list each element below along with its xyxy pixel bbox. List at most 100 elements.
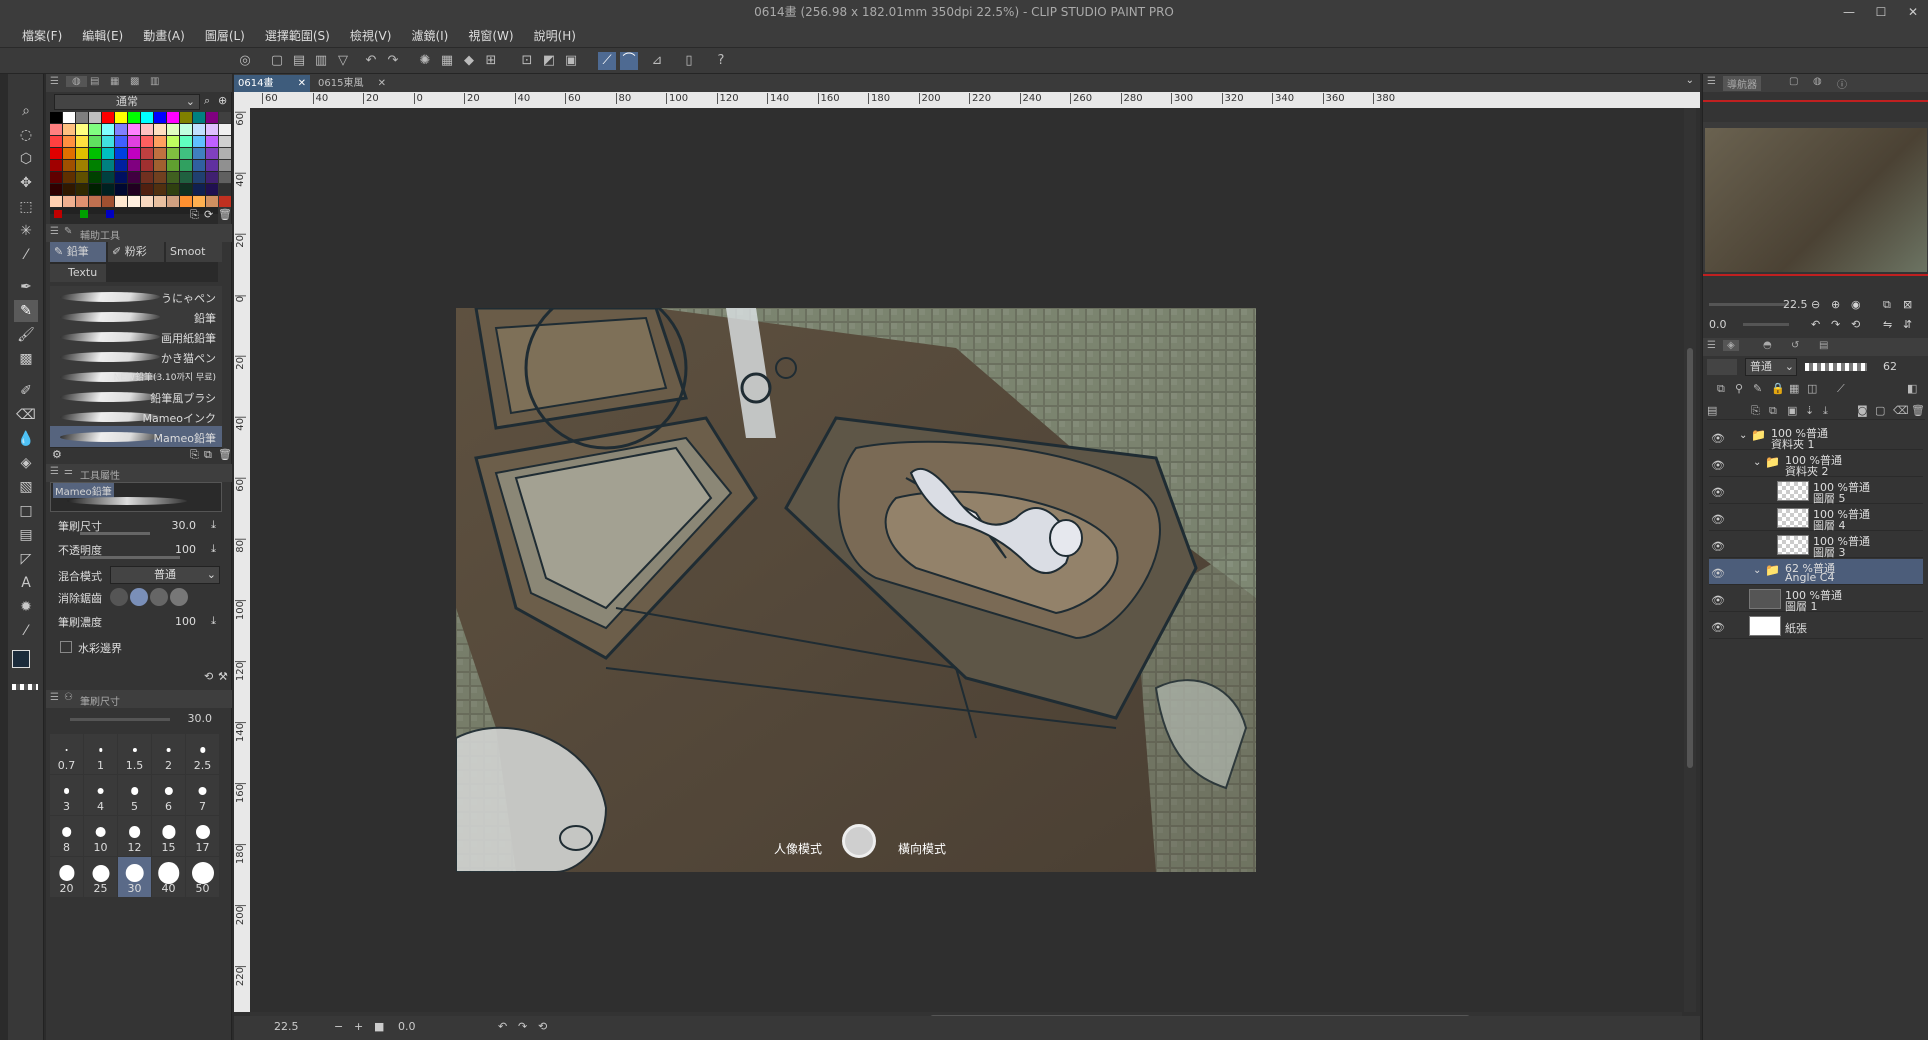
color-swatch[interactable] (89, 112, 101, 123)
blend-mode-select[interactable]: 普通 ⌄ (110, 566, 220, 584)
flip-vertical-icon[interactable]: ⇵ (1903, 318, 1912, 331)
sub-view-tab-icon[interactable]: ▢ (1789, 76, 1798, 87)
redo-icon[interactable]: ↷ (384, 52, 402, 70)
fit-icon[interactable]: ◉ (1851, 298, 1861, 311)
color-swatch[interactable] (193, 124, 205, 135)
shutter-button[interactable] (842, 824, 876, 858)
menu-edit[interactable]: 編輯(E) (82, 27, 123, 44)
replace-swatch-icon[interactable]: ⟳ (204, 208, 213, 221)
color-swatch[interactable] (115, 196, 127, 207)
color-swatch[interactable] (63, 184, 75, 195)
brush-size-preset[interactable]: 1 (84, 734, 117, 774)
color-swatch[interactable] (219, 196, 231, 207)
color-swatch[interactable] (154, 124, 166, 135)
navigator-preview[interactable] (1703, 122, 1928, 272)
brush-size-preset[interactable]: 2.5 (186, 734, 219, 774)
color-swatch[interactable] (193, 112, 205, 123)
blend-mode-row[interactable]: 混合模式 普通 ⌄ (50, 566, 222, 586)
color-swatch[interactable] (219, 184, 231, 195)
minimize-icon[interactable]: — (1840, 0, 1858, 24)
color-swatch[interactable] (102, 112, 114, 123)
blend-tool-icon[interactable]: 💧 (14, 428, 38, 450)
brush-size-preset[interactable]: 30 (118, 857, 151, 897)
duplicate-subtool-icon[interactable]: ⧉ (204, 448, 212, 462)
brush-size-preset[interactable]: 1.5 (118, 734, 151, 774)
color-swatch[interactable] (219, 172, 231, 183)
color-swatch[interactable] (180, 124, 192, 135)
tab-pencil[interactable]: ✎ 鉛筆 (50, 242, 106, 262)
dynamics-icon[interactable]: ⤓ (211, 518, 216, 532)
eye-icon[interactable]: 👁 (1711, 567, 1725, 581)
menu-window[interactable]: 視窗(W) (468, 27, 513, 44)
export-icon[interactable]: ▽ (334, 52, 352, 70)
brush-size-preset[interactable]: 2 (152, 734, 185, 774)
correct-line-icon[interactable]: ⁄ (14, 620, 38, 642)
opacity-row[interactable]: 不透明度 100 ⤓ (50, 540, 222, 560)
color-swatch[interactable] (206, 196, 218, 207)
menu-icon[interactable]: ☰ (50, 226, 59, 237)
open-file-icon[interactable]: ▤ (290, 52, 308, 70)
intermediate-color-tab-icon[interactable]: ▩ (130, 76, 139, 87)
color-swatch[interactable] (154, 172, 166, 183)
color-swatch[interactable] (219, 112, 231, 123)
brush-size-panel-value[interactable]: 30.0 (188, 712, 213, 725)
subtool-item[interactable]: かき猫ペン (50, 346, 222, 368)
pencil-tool-icon[interactable]: ✎ (14, 300, 38, 322)
eye-icon[interactable]: 👁 (1711, 621, 1725, 635)
color-swatch[interactable] (115, 112, 127, 123)
color-swatch[interactable] (154, 148, 166, 159)
color-swatch[interactable] (141, 148, 153, 159)
info-icon[interactable]: ⓘ (1837, 76, 1847, 91)
menu-icon[interactable]: ☰ (50, 76, 59, 87)
brush-size-preset[interactable]: 8 (50, 816, 83, 856)
color-swatch[interactable] (115, 172, 127, 183)
undo-icon[interactable]: ↶ (362, 52, 380, 70)
color-swatch[interactable] (206, 184, 218, 195)
tab-pastel[interactable]: ✐ 粉彩 (108, 242, 164, 262)
color-swatch[interactable] (50, 136, 62, 147)
settings-icon[interactable]: ▯ (680, 52, 698, 70)
color-swatch[interactable] (76, 136, 88, 147)
color-swatch[interactable] (76, 112, 88, 123)
main-color-icon[interactable] (12, 650, 30, 668)
color-swatch[interactable] (141, 160, 153, 171)
deselect-icon[interactable]: ⊡ (518, 52, 536, 70)
color-swatch[interactable] (102, 148, 114, 159)
new-vector-layer-icon[interactable]: ⧉ (1769, 404, 1777, 418)
new-file-icon[interactable]: ▢ (268, 52, 286, 70)
color-swatch[interactable] (180, 160, 192, 171)
brush-tool-icon[interactable]: 🖌 (14, 324, 38, 346)
menu-icon[interactable]: ☰ (50, 466, 59, 477)
color-swatch[interactable] (115, 184, 127, 195)
tab-document-0614[interactable]: 0614畫 ✕ (234, 75, 310, 92)
navigator-angle-slider[interactable] (1743, 323, 1789, 326)
chevron-down-icon[interactable]: ⌄ (1739, 430, 1747, 441)
color-swatch[interactable] (141, 196, 153, 207)
color-swatch[interactable] (141, 172, 153, 183)
antialias-options[interactable] (110, 588, 194, 606)
color-swatch[interactable] (89, 148, 101, 159)
layer-color-icon[interactable] (1707, 359, 1737, 375)
text-tool-icon[interactable]: A (14, 572, 38, 594)
tab-texture[interactable]: Textu (50, 264, 106, 282)
color-swatch[interactable] (154, 112, 166, 123)
fill-icon[interactable]: ◆ (460, 52, 478, 70)
color-swatch[interactable] (167, 196, 179, 207)
delete-swatch-icon[interactable]: 🗑 (218, 208, 232, 221)
recent-color-swatch[interactable] (80, 210, 88, 218)
color-swatch[interactable] (102, 184, 114, 195)
color-swatch[interactable] (115, 136, 127, 147)
color-slider-tab-icon[interactable]: ▤ (90, 76, 99, 87)
color-swatch[interactable] (167, 136, 179, 147)
vertical-scrollbar[interactable] (1684, 108, 1696, 1012)
subtool-item-selected[interactable]: Mameo鉛筆 (50, 426, 222, 448)
color-swatch[interactable] (76, 196, 88, 207)
transfer-down-icon[interactable]: ⇣ (1805, 404, 1814, 417)
eye-icon[interactable]: 👁 (1711, 432, 1725, 446)
color-swatch[interactable] (193, 196, 205, 207)
portrait-mode-label[interactable]: 人像模式 (774, 840, 822, 857)
frame-tool-icon[interactable]: ▤ (14, 524, 38, 546)
menu-icon[interactable]: ☰ (1707, 76, 1716, 87)
color-swatch[interactable] (115, 124, 127, 135)
color-swatch[interactable] (50, 196, 62, 207)
